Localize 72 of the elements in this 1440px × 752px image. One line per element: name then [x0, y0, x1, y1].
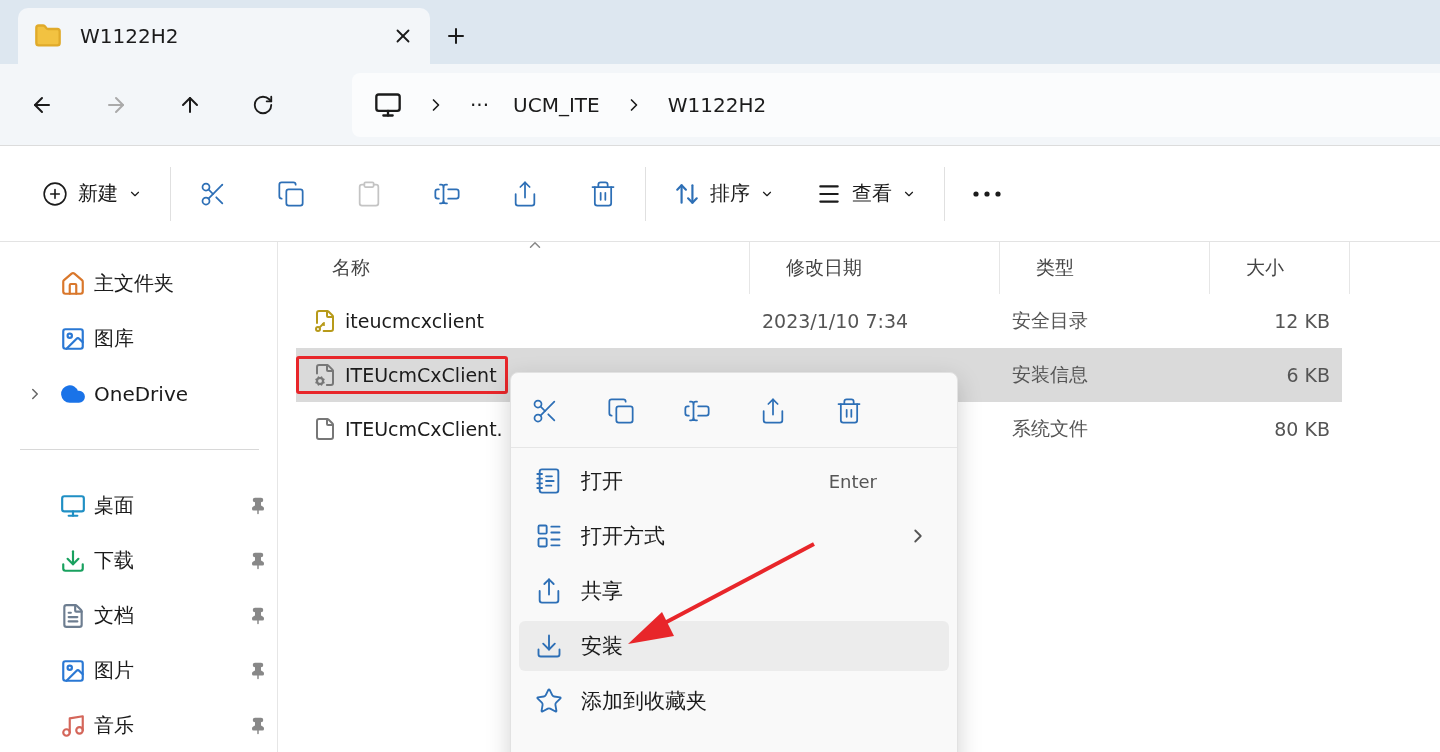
desktop-icon: [60, 492, 86, 519]
file-name: ITEUcmCxClient.: [345, 418, 503, 440]
sidebar-item[interactable]: 音乐: [0, 698, 277, 752]
more-icon: [973, 190, 1001, 197]
file-row[interactable]: iteucmcxclient 2023/1/10 7:34 安全目录 12 KB: [296, 294, 1342, 348]
sidebar-item[interactable]: 文档: [0, 588, 277, 643]
settings-file-icon: [313, 363, 337, 387]
address-bar[interactable]: ··· UCM_ITE W1122H2: [352, 72, 1440, 137]
column-header[interactable]: 修改日期: [750, 242, 1000, 294]
column-header[interactable]: 大小: [1210, 242, 1350, 294]
menu-item[interactable]: 添加到收藏夹: [519, 676, 949, 726]
sidebar-label: 文档: [94, 602, 135, 629]
menu-item[interactable]: 共享: [519, 566, 949, 616]
sidebar-label: 图库: [94, 325, 135, 352]
file-row[interactable]: ITEUcmCxClient. 系统文件 80 KB: [296, 402, 1342, 456]
gallery-icon: [60, 325, 86, 352]
pin-icon[interactable]: [249, 661, 267, 680]
monitor-icon: [374, 90, 402, 119]
copy-icon: [277, 179, 305, 208]
column-header[interactable]: 类型: [1000, 242, 1210, 294]
shortcut-text: Enter: [828, 470, 877, 492]
app-list-icon: [535, 522, 563, 550]
breadcrumb[interactable]: ···: [470, 92, 490, 117]
pin-icon[interactable]: [249, 496, 267, 515]
table-cell-text: 系统文件: [1011, 416, 1089, 441]
trash-icon: [589, 179, 617, 208]
new-button[interactable]: 新建: [36, 172, 148, 215]
folder-tab[interactable]: W1122H2: [18, 8, 430, 64]
table-cell-text: 80 KB: [1273, 418, 1330, 440]
system-file-icon: [313, 417, 337, 441]
document-icon: [60, 602, 86, 629]
download-icon: [60, 547, 86, 574]
home-icon: [60, 270, 86, 297]
download-icon: [535, 632, 563, 660]
pictures-icon: [60, 657, 86, 684]
table-cell-text: 安装信息: [1011, 362, 1089, 387]
tab-title: W1122H2: [80, 24, 180, 48]
sidebar-item[interactable]: 下载: [0, 533, 277, 588]
sidebar-label: 桌面: [94, 492, 135, 519]
table-cell-text: 6 KB: [1285, 364, 1330, 386]
pin-icon[interactable]: [249, 606, 267, 625]
sidebar-label: 音乐: [94, 712, 135, 739]
star-icon: [535, 687, 563, 715]
menu-item[interactable]: 打开方式: [519, 511, 949, 561]
folder-icon: [34, 22, 62, 50]
column-header[interactable]: 名称: [296, 242, 750, 294]
table-cell-text: 12 KB: [1273, 310, 1330, 332]
sidebar-label: OneDrive: [94, 381, 190, 406]
sidebar-label: 图片: [94, 657, 135, 684]
sort-button[interactable]: 排序: [668, 172, 780, 215]
menu-item[interactable]: 打开 Enter: [519, 456, 949, 506]
sidebar-label: 下载: [94, 547, 135, 574]
pin-icon[interactable]: [249, 716, 267, 735]
sidebar-item[interactable]: 主文件夹: [0, 256, 277, 311]
view-button[interactable]: 查看: [810, 172, 922, 215]
table-cell-text: 安全目录: [1011, 308, 1089, 333]
sidebar-item[interactable]: 图片: [0, 643, 277, 698]
sidebar-label: 主文件夹: [94, 270, 175, 297]
file-name: ITEUcmCxClient: [345, 364, 497, 386]
catalog-file-icon: [313, 309, 337, 333]
sidebar-item[interactable]: OneDrive: [0, 366, 277, 421]
plus-circle-icon: [42, 180, 68, 207]
pin-icon[interactable]: [249, 551, 267, 570]
table-cell-text: 2023/1/10 7:34: [761, 310, 910, 332]
breadcrumb[interactable]: W1122H2: [667, 92, 767, 117]
sidebar-item[interactable]: 桌面: [0, 478, 277, 533]
sidebar-item[interactable]: 图库: [0, 311, 277, 366]
copy-button[interactable]: [605, 395, 637, 427]
menu-item[interactable]: 安装: [519, 621, 949, 671]
breadcrumb[interactable]: UCM_ITE: [513, 92, 600, 117]
file-name: iteucmcxclient: [345, 310, 484, 332]
music-icon: [60, 712, 86, 739]
